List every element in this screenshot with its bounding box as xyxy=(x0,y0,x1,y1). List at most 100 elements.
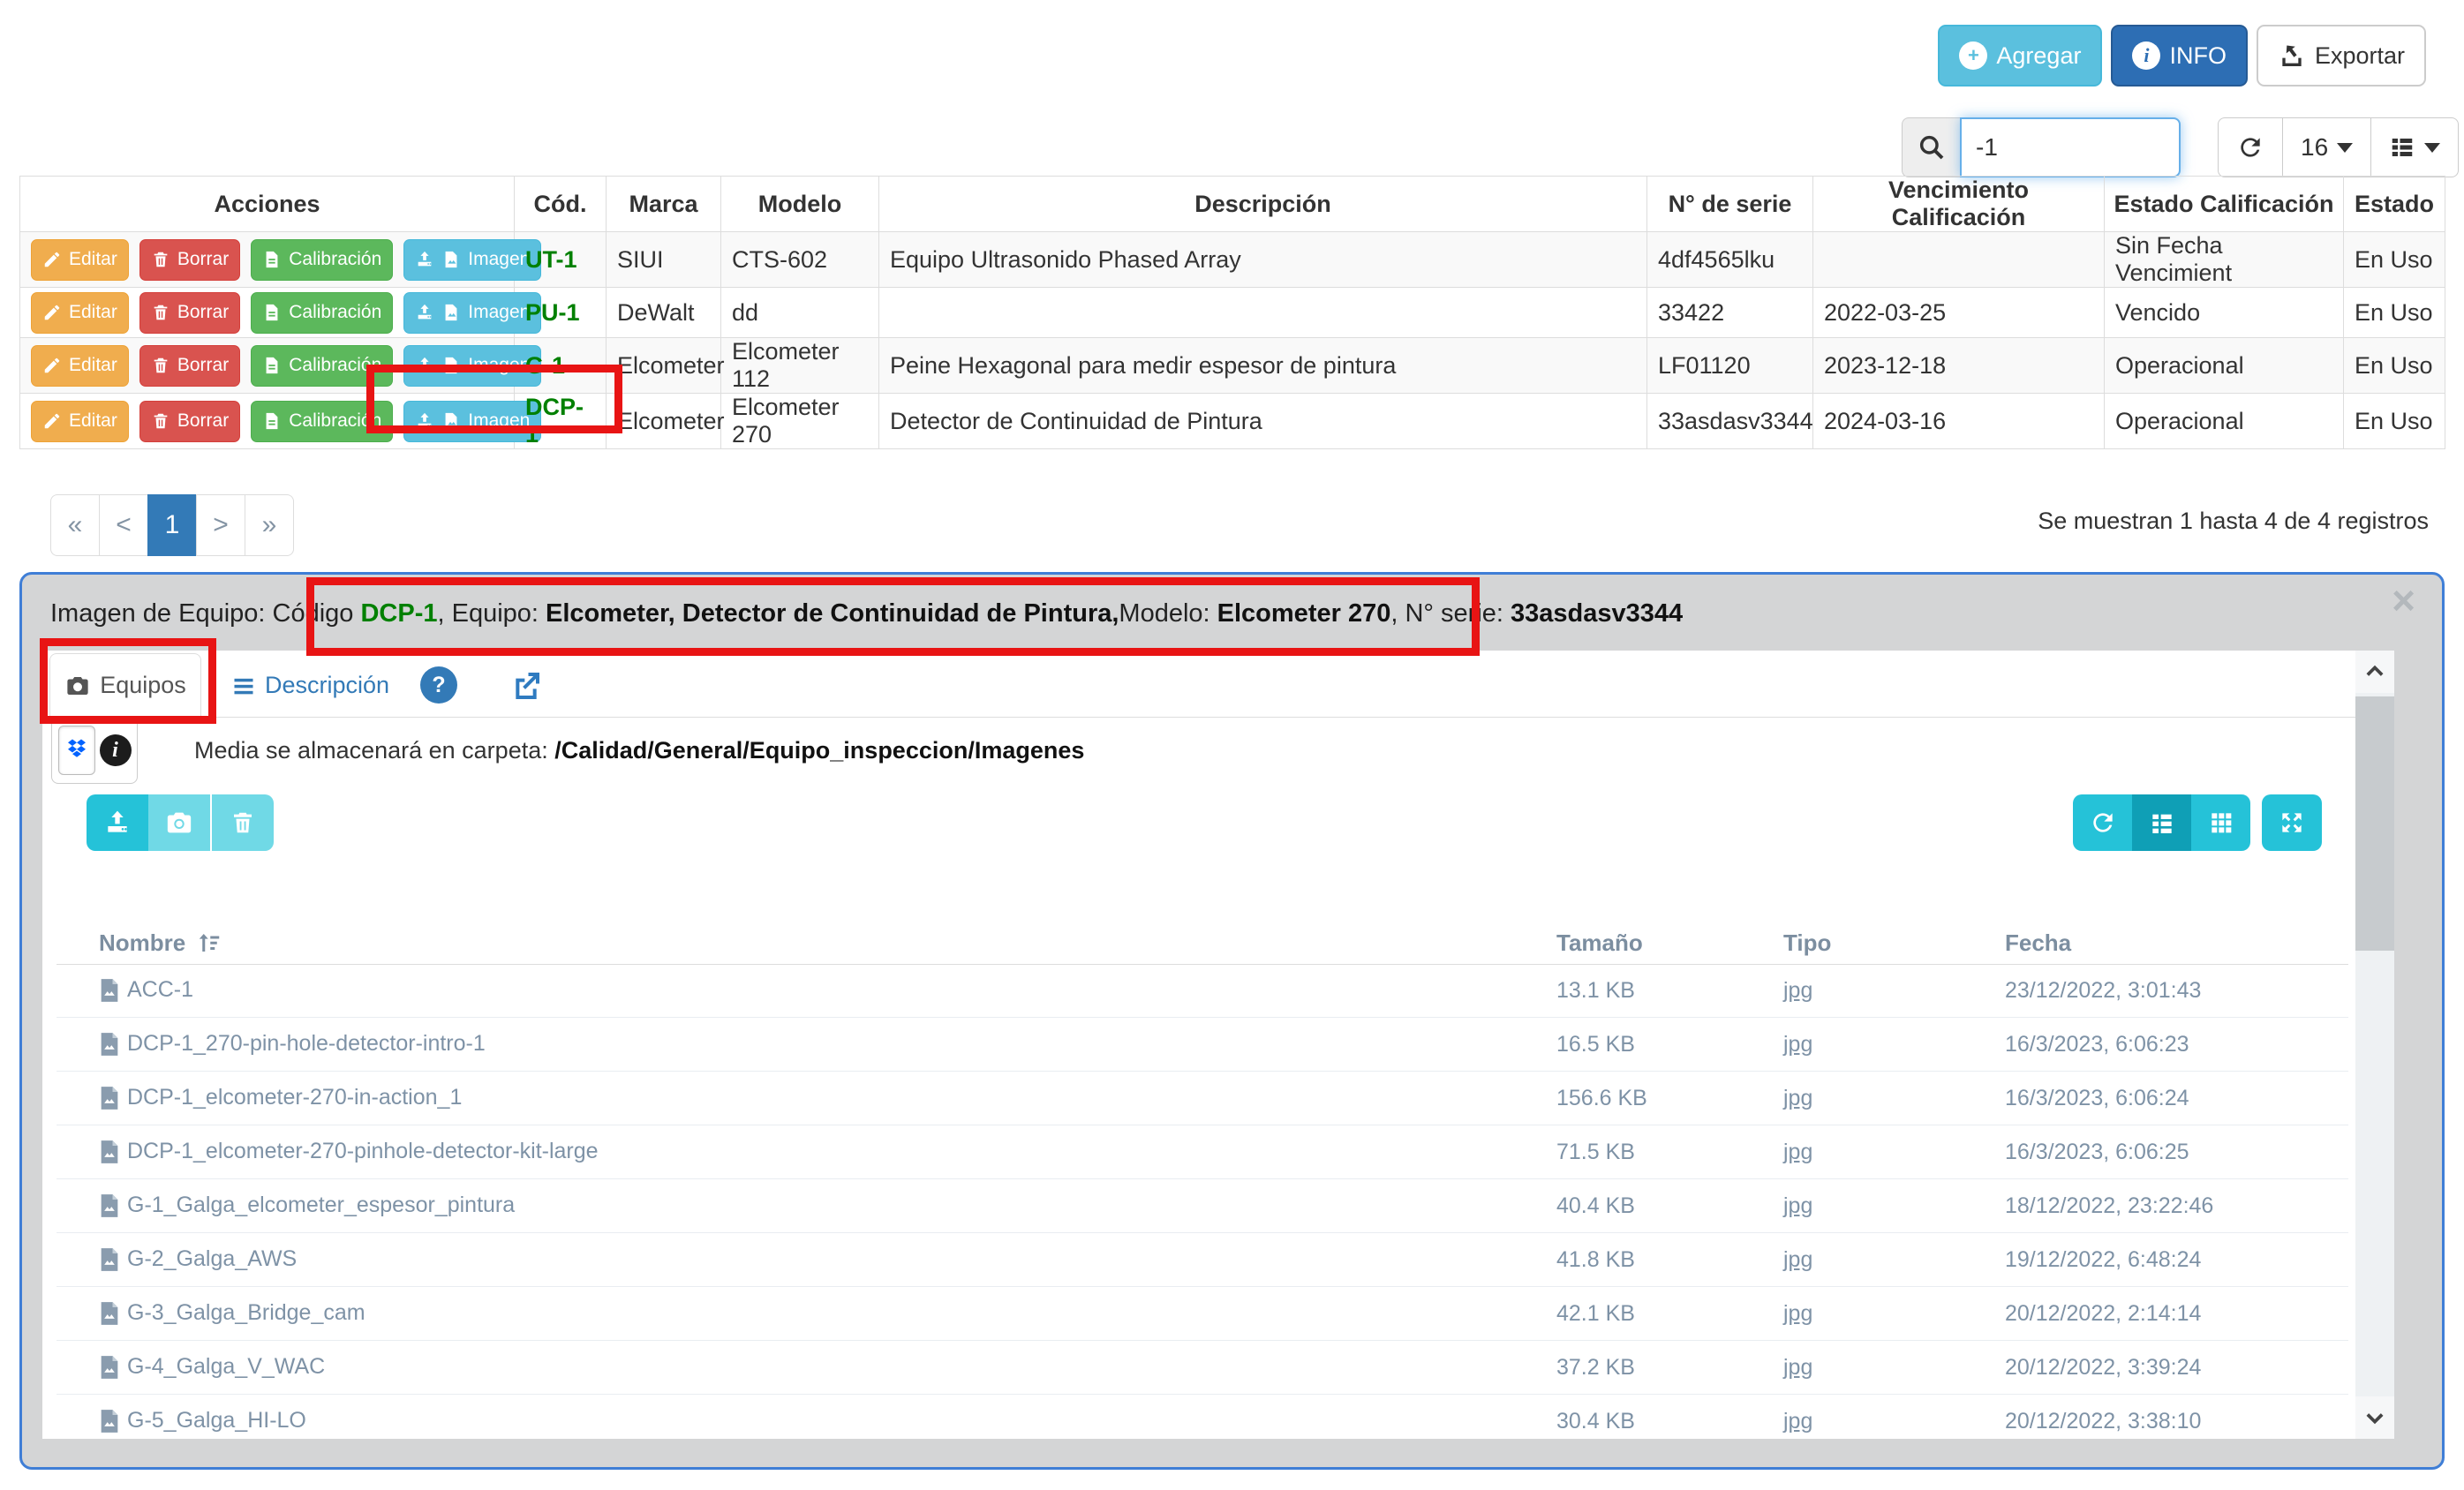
cod-link-dcp1[interactable]: DCP-1 xyxy=(525,394,584,448)
file-row[interactable]: G-5_Galga_HI-LO 30.4 KB jpg 20/12/2022, … xyxy=(57,1395,2348,1439)
file-size: 156.6 KB xyxy=(1556,1086,1647,1111)
table-row: Editar Borrar Calibración Imagen G-1 Elc… xyxy=(20,338,2445,394)
search-input[interactable] xyxy=(1960,117,2181,177)
file-row[interactable]: G-1_Galga_elcometer_espesor_pintura 40.4… xyxy=(57,1179,2348,1233)
info-label: INFO xyxy=(2169,42,2227,70)
external-link-icon[interactable] xyxy=(509,668,544,708)
borrar-button[interactable]: Borrar xyxy=(139,239,240,281)
editar-button[interactable]: Editar xyxy=(31,345,129,387)
file-name-link[interactable]: G-3_Galga_Bridge_cam xyxy=(99,1300,365,1326)
file-name-link[interactable]: G-5_Galga_HI-LO xyxy=(99,1408,306,1434)
sort-icon[interactable] xyxy=(196,929,222,956)
file-row[interactable]: ACC-1 13.1 KB jpg 23/12/2022, 3:01:43 xyxy=(57,964,2348,1018)
borrar-button[interactable]: Borrar xyxy=(139,292,240,334)
agregar-button[interactable]: + Agregar xyxy=(1938,25,2102,87)
cod-link[interactable]: PU-1 xyxy=(525,299,580,326)
estado-calificacion-cell: Operacional xyxy=(2105,394,2344,449)
calibracion-button[interactable]: Calibración xyxy=(251,292,393,334)
modelo-cell: Elcometer 112 xyxy=(721,338,879,394)
imagen-button[interactable]: Imagen xyxy=(403,239,541,281)
file-type-link[interactable]: jpg xyxy=(1783,978,1812,1004)
delete-file-button[interactable] xyxy=(212,794,274,851)
borrar-button[interactable]: Borrar xyxy=(139,401,240,442)
file-col-tipo[interactable]: Tipo xyxy=(1783,929,1831,957)
tab-equipos[interactable]: Equipos xyxy=(49,653,201,718)
image-file-icon xyxy=(99,1409,120,1434)
tab-descripcion[interactable]: Descripción xyxy=(215,653,405,718)
close-icon[interactable]: × xyxy=(2392,580,2415,621)
file-col-tamano[interactable]: Tamaño xyxy=(1556,929,1643,957)
help-icon[interactable]: ? xyxy=(420,666,457,704)
list-view-button[interactable] xyxy=(2132,794,2191,851)
file-col-nombre[interactable]: Nombre xyxy=(99,929,185,957)
imagen-button-dcp1[interactable]: Imagen xyxy=(403,401,541,442)
equipment-page: + Agregar i INFO Exportar xyxy=(0,0,2464,1490)
editar-button[interactable]: Editar xyxy=(31,239,129,281)
pencil-icon xyxy=(42,250,62,269)
file-name-link[interactable]: DCP-1_elcometer-270-pinhole-detector-kit… xyxy=(99,1139,599,1164)
calibracion-button[interactable]: Calibración xyxy=(251,345,393,387)
file-name-link[interactable]: DCP-1_elcometer-270-in-action_1 xyxy=(99,1085,462,1110)
calibracion-button[interactable]: Calibración xyxy=(251,239,393,281)
fullscreen-button[interactable] xyxy=(2262,794,2322,851)
file-row[interactable]: DCP-1_elcometer-270-pinhole-detector-kit… xyxy=(57,1125,2348,1179)
file-row[interactable]: G-3_Galga_Bridge_cam 42.1 KB jpg 20/12/2… xyxy=(57,1287,2348,1341)
pagination-prev[interactable]: < xyxy=(99,494,148,556)
grid-view-button[interactable] xyxy=(2191,794,2250,851)
media-storage-box: i xyxy=(51,717,138,784)
file-name-link[interactable]: G-2_Galga_AWS xyxy=(99,1246,297,1272)
calibracion-button[interactable]: Calibración xyxy=(251,401,393,442)
file-type-link[interactable]: jpg xyxy=(1783,1086,1812,1111)
dropbox-icon[interactable] xyxy=(58,726,95,775)
cod-link[interactable]: G-1 xyxy=(525,352,565,379)
upload-button[interactable] xyxy=(87,794,148,851)
scrollbar-track[interactable] xyxy=(2355,651,2394,1439)
camera-capture-button[interactable] xyxy=(148,794,210,851)
info-icon[interactable]: i xyxy=(100,734,132,766)
editar-button[interactable]: Editar xyxy=(31,292,129,334)
file-type-link[interactable]: jpg xyxy=(1783,1301,1812,1327)
media-storage-note: Media se almacenará en carpeta: /Calidad… xyxy=(194,737,1084,764)
file-type-link[interactable]: jpg xyxy=(1783,1355,1812,1381)
scroll-up-arrow-icon[interactable] xyxy=(2355,651,2394,693)
imagen-button[interactable]: Imagen xyxy=(403,345,541,387)
pagination-page-1[interactable]: 1 xyxy=(147,494,197,556)
file-name-link[interactable]: DCP-1_270-pin-hole-detector-intro-1 xyxy=(99,1031,486,1057)
hamburger-icon xyxy=(231,674,256,698)
page-size-dropdown[interactable]: 16 xyxy=(2282,117,2371,177)
borrar-button[interactable]: Borrar xyxy=(139,345,240,387)
vencimiento-cell: 2023-12-18 xyxy=(1813,338,2105,394)
scrollbar-thumb[interactable] xyxy=(2355,696,2394,951)
imagen-button[interactable]: Imagen xyxy=(403,292,541,334)
file-type-link[interactable]: jpg xyxy=(1783,1140,1812,1165)
view-columns-dropdown[interactable] xyxy=(2370,117,2459,177)
info-button[interactable]: i INFO xyxy=(2111,25,2248,87)
upload-icon xyxy=(415,411,434,431)
exportar-button[interactable]: Exportar xyxy=(2257,25,2426,87)
file-row[interactable]: G-4_Galga_V_WAC 37.2 KB jpg 20/12/2022, … xyxy=(57,1341,2348,1395)
estado-cell: En Uso xyxy=(2344,394,2445,449)
file-table-header: Nombre Tamaño Tipo Fecha xyxy=(42,922,2394,964)
scroll-down-arrow-icon[interactable] xyxy=(2355,1396,2394,1439)
editar-button[interactable]: Editar xyxy=(31,401,129,442)
file-row[interactable]: DCP-1_elcometer-270-in-action_1 156.6 KB… xyxy=(57,1072,2348,1125)
file-name-link[interactable]: G-1_Galga_elcometer_espesor_pintura xyxy=(99,1193,515,1218)
pagination-next[interactable]: > xyxy=(196,494,245,556)
pagination-last[interactable]: » xyxy=(245,494,294,556)
file-name-link[interactable]: G-4_Galga_V_WAC xyxy=(99,1354,325,1380)
file-row[interactable]: G-2_Galga_AWS 41.8 KB jpg 19/12/2022, 6:… xyxy=(57,1233,2348,1287)
cod-link[interactable]: UT-1 xyxy=(525,246,577,273)
file-type-link[interactable]: jpg xyxy=(1783,1409,1812,1434)
file-name-link[interactable]: ACC-1 xyxy=(99,977,193,1003)
pagination-first[interactable]: « xyxy=(50,494,100,556)
refresh-button[interactable] xyxy=(2218,117,2283,177)
file-row[interactable]: DCP-1_270-pin-hole-detector-intro-1 16.5… xyxy=(57,1018,2348,1072)
image-file-icon xyxy=(441,356,461,375)
estado-calificacion-cell: Operacional xyxy=(2105,338,2344,394)
refresh-files-button[interactable] xyxy=(2073,794,2132,851)
file-type-link[interactable]: jpg xyxy=(1783,1032,1812,1057)
file-type-link[interactable]: jpg xyxy=(1783,1247,1812,1273)
file-type-link[interactable]: jpg xyxy=(1783,1193,1812,1219)
file-col-fecha[interactable]: Fecha xyxy=(2005,929,2071,957)
image-file-icon xyxy=(99,1355,120,1380)
